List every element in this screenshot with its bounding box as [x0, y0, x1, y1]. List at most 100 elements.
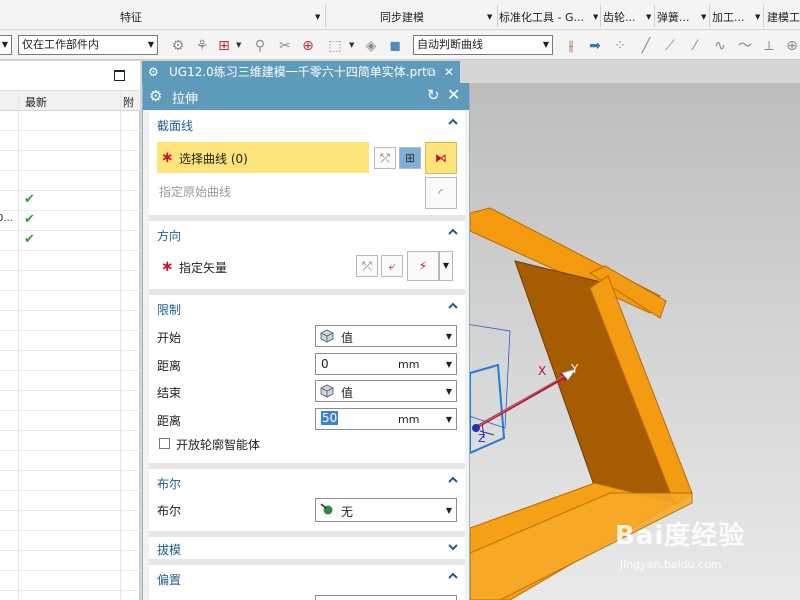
arc-icon[interactable]: ⁄: [686, 37, 704, 55]
maximize-icon[interactable]: [114, 70, 125, 81]
navigator-row[interactable]: [0, 251, 140, 271]
spline-icon[interactable]: ∿: [711, 37, 729, 55]
navigator-row[interactable]: [0, 531, 140, 551]
chevron-up-icon[interactable]: [447, 570, 459, 582]
trim-icon[interactable]: ✂: [276, 37, 294, 55]
sketch-section-icon[interactable]: ⊞: [399, 147, 421, 169]
chevron-up-icon[interactable]: [447, 116, 459, 128]
navigator-row[interactable]: 0... ✔: [0, 211, 140, 231]
navigator-row[interactable]: [0, 311, 140, 331]
section-group-header[interactable]: 截面线: [149, 111, 465, 137]
body-filter-icon[interactable]: ◼: [386, 37, 404, 55]
feature-point-icon[interactable]: ⚲: [251, 37, 269, 55]
ribbon-group-sync-expand[interactable]: ▼: [484, 10, 492, 26]
type-filter-combo[interactable]: ▼: [0, 35, 12, 55]
ribbon-group-spring-expand[interactable]: ▼: [698, 10, 706, 26]
rectangle-select-icon[interactable]: ⬚: [326, 37, 344, 55]
navigator-row[interactable]: [0, 411, 140, 431]
snap-filter-icon[interactable]: ⚘: [193, 37, 211, 55]
offset-group-header[interactable]: 偏置: [149, 565, 465, 591]
ribbon-group-feature[interactable]: 特征: [120, 9, 142, 25]
boolean-select[interactable]: 无 ▼: [315, 498, 457, 522]
gear-icon[interactable]: ⚙: [149, 87, 162, 105]
select-curve-row[interactable]: ∗ 选择曲线 (0): [157, 142, 369, 173]
navigator-row[interactable]: [0, 291, 140, 311]
close-tab-icon[interactable]: ✕: [444, 61, 454, 83]
ribbon-group-synchronous-modeling[interactable]: 同步建模: [380, 9, 424, 25]
navigator-row[interactable]: [0, 591, 140, 600]
reset-icon[interactable]: ↻: [427, 86, 440, 104]
curve-rule-combo[interactable]: 自动判断曲线 ▼: [413, 35, 553, 55]
navigator-row[interactable]: [0, 491, 140, 511]
ribbon-group-standard-tools[interactable]: 标准化工具 - G...: [499, 9, 589, 25]
navigator-row[interactable]: [0, 451, 140, 471]
navigator-row[interactable]: [0, 511, 140, 531]
rectangle-select-dropdown[interactable]: ▼: [349, 41, 354, 49]
origin-curve-icon[interactable]: ◜: [425, 177, 457, 209]
navigator-row[interactable]: ✔: [0, 231, 140, 251]
specify-vector-row[interactable]: ∗ 指定矢量: [157, 251, 337, 281]
navigator-row[interactable]: [0, 171, 140, 191]
selection-intent-icon[interactable]: ⊞: [215, 37, 233, 55]
chevron-down-icon[interactable]: [447, 541, 459, 553]
column-attached[interactable]: 附: [123, 94, 134, 110]
column-latest[interactable]: 最新: [25, 94, 47, 110]
ribbon-group-machining-expand[interactable]: ▼: [752, 10, 760, 26]
reverse-icon[interactable]: ⤱: [374, 147, 396, 169]
navigator-row[interactable]: [0, 371, 140, 391]
ribbon-group-spring[interactable]: 弹簧...: [657, 9, 697, 25]
document-tab[interactable]: ⚙ UG12.0练习三维建模一千零六十四简单实体.prt ⧉ ✕: [142, 61, 460, 83]
navigator-row[interactable]: [0, 571, 140, 591]
navigator-row[interactable]: [0, 551, 140, 571]
ribbon-group-gear[interactable]: 齿轮...: [603, 9, 643, 25]
ribbon-group-standard-expand[interactable]: ▼: [590, 10, 598, 26]
selection-scope-combo[interactable]: 仅在工作部件内 ▼: [18, 35, 158, 55]
limits-group-header[interactable]: 限制: [149, 295, 465, 321]
start-distance-input[interactable]: 0 mm ▼: [315, 353, 457, 375]
navigator-row[interactable]: [0, 391, 140, 411]
chevron-up-icon[interactable]: [447, 300, 459, 312]
end-type-select[interactable]: 值 ▼: [315, 380, 457, 402]
ribbon-group-feature-expand[interactable]: ▼: [312, 10, 320, 26]
line-icon[interactable]: ╱: [637, 37, 655, 55]
start-type-select[interactable]: 值 ▼: [315, 325, 457, 347]
ribbon-group-modeling-tools[interactable]: 建模工: [767, 9, 800, 25]
graphics-window[interactable]: X Y Z Bai度经验 jingyan.baidu.com: [470, 83, 800, 600]
point-icon[interactable]: ⊕: [783, 37, 800, 55]
navigator-row[interactable]: [0, 471, 140, 491]
navigator-row[interactable]: [0, 431, 140, 451]
solid-filter-icon[interactable]: ◈: [362, 37, 380, 55]
direction-group-header[interactable]: 方向: [149, 221, 465, 247]
chevron-up-icon[interactable]: [447, 474, 459, 486]
navigator-row[interactable]: [0, 271, 140, 291]
navigator-row[interactable]: [0, 351, 140, 371]
navigator-row[interactable]: [0, 131, 140, 151]
chevron-up-icon[interactable]: [447, 226, 459, 238]
highlight-icon[interactable]: ⊕: [299, 37, 317, 55]
selection-intent-dropdown[interactable]: ▼: [236, 41, 241, 49]
vector-dialog-icon[interactable]: ⤶: [381, 255, 403, 277]
ribbon-group-gear-expand[interactable]: ▼: [643, 10, 651, 26]
end-distance-input[interactable]: 50 mm ▼: [315, 408, 457, 430]
select-all-icon[interactable]: ⚙: [169, 37, 187, 55]
ribbon-group-machining[interactable]: 加工...: [712, 9, 752, 25]
stop-at-intersection-icon[interactable]: ⫲: [562, 37, 580, 55]
offset-select[interactable]: [315, 595, 457, 600]
navigator-row[interactable]: ✔: [0, 191, 140, 211]
navigator-row[interactable]: [0, 151, 140, 171]
draft-group-header[interactable]: 拔模: [149, 537, 465, 559]
follow-fillet-icon[interactable]: ➡: [586, 37, 604, 55]
polyline-icon[interactable]: ⟋: [661, 37, 679, 55]
intersect-curve-icon[interactable]: ⟂: [760, 37, 778, 55]
curve-section-icon[interactable]: ⧑: [425, 142, 457, 174]
boolean-group-header[interactable]: 布尔: [149, 469, 465, 495]
inferred-vector-icon[interactable]: ⚡: [407, 251, 439, 281]
point-cloud-icon[interactable]: ⁘: [611, 37, 629, 55]
close-icon[interactable]: ✕: [447, 85, 460, 104]
navigator-row[interactable]: [0, 111, 140, 131]
open-profile-checkbox[interactable]: [159, 438, 170, 449]
navigator-row[interactable]: [0, 331, 140, 351]
vector-dropdown[interactable]: ▼: [439, 251, 453, 281]
pin-icon[interactable]: ⧉: [427, 61, 436, 83]
reverse-direction-icon[interactable]: ⤱: [356, 255, 378, 277]
